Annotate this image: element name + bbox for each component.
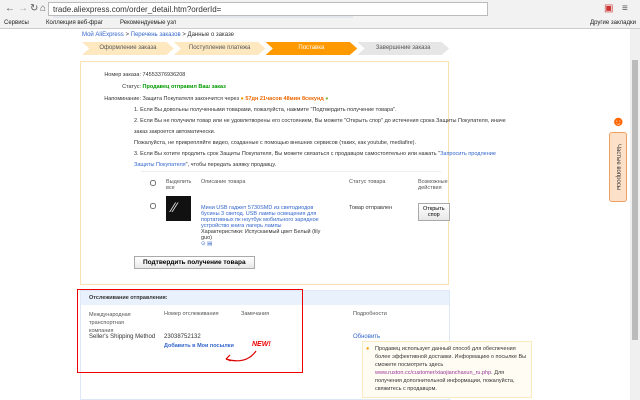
countdown: 57дн 21часов 48мин 8секунд [245,96,324,102]
order-number-label: Номер заказа: [104,72,141,78]
extension-icon[interactable]: ▣ [604,3,613,14]
bookmark-apps[interactable]: Сервисы [4,20,29,26]
help-robot-icon[interactable]: ☻ [611,112,626,130]
divider [141,171,441,172]
order-details-panel: Номер заказа: 74553376936208 Статус: Про… [80,61,506,303]
select-all-label: Выделить все [166,179,192,191]
confirm-receipt-button[interactable]: Подтвердить получение товара [134,256,255,269]
help-icon[interactable]: ● [325,96,328,102]
col-description: Описание товара [201,179,246,185]
bookmark-item[interactable]: Коллекция веб-фраг [46,20,103,26]
breadcrumb-my-aliexpress[interactable]: Мой AliExpress [82,32,124,38]
product-image[interactable]: ⁄⁄ [166,196,191,221]
separator: > [125,32,129,38]
step-order-placed: Оформление заказа [82,42,174,55]
other-bookmarks[interactable]: Другие закладки [590,20,636,26]
order-number: 74553376936208 [142,72,186,78]
reminder-label: Напоминание: [104,96,141,102]
lightbulb-icon: ● [366,346,370,352]
message-icon[interactable]: ▤ [207,241,212,247]
select-all-checkbox[interactable] [150,180,156,186]
note-2: 2. Если Вы не получили товар или не удов… [134,118,506,124]
note-3-tail: ", чтобы передать заявку продавцу. [185,162,277,168]
back-icon[interactable]: ← [5,3,15,14]
product-title-link[interactable]: Мини USB гаджет 5730SMD из светодиодов б… [201,205,319,229]
note-1: 1. Если Вы довольны полученными товарами… [134,107,397,113]
product-specs: Характеристики: Испускаемый цвет Белый (… [201,229,321,241]
url-text: trade.aliexpress.com/order_detail.htm?or… [53,5,222,14]
order-progress-steps: Оформление заказа Поступление платежа По… [82,42,449,55]
tracking-note: ● Продавец использует данный способ для … [362,341,532,398]
item-status: Товар отправлен [349,205,393,211]
snapshot-icon[interactable]: ⊙ [201,241,206,247]
highlight-box [77,289,303,373]
extend-protection-link-2[interactable]: Защиты Покупателя [134,162,186,168]
note-3: 3. Если Вы хотите продлить срок Защиты П… [134,151,441,157]
faq-widget[interactable]: Частые вопросы [609,132,627,202]
note-2-cont: заказ закроется автоматически. [134,129,216,135]
clock-icon: ● [240,96,244,102]
extend-protection-link[interactable]: Запросить продление [440,151,496,157]
refresh-link[interactable]: Обновить [353,334,380,340]
breadcrumb-orders[interactable]: Перечень заказов [131,32,181,38]
col-status: Статус товара [349,179,386,185]
step-shipping: Поставка [265,42,358,55]
reload-icon[interactable]: ↻ [30,3,38,14]
bookmarks-bar: Сервисы Коллекция веб-фраг Рекомендуемые… [0,18,640,29]
home-icon[interactable]: ⌂ [40,3,46,14]
col-actions: Возможные действия [418,179,448,191]
separator: > [182,32,186,38]
tracking-site-link[interactable]: www.ruston.cc/customer/xiaojianchaxun_ru… [375,370,491,376]
status-label: Статус: [122,84,141,90]
menu-icon[interactable]: ≡ [622,3,628,14]
note-video: Пожалуйста, не прикрепляйте видео, созда… [134,140,417,146]
step-payment: Поступление платежа [173,42,266,55]
forward-icon[interactable]: → [18,3,28,14]
address-bar[interactable]: trade.aliexpress.com/order_detail.htm?or… [48,2,488,22]
breadcrumb-current: Данные о заказе [187,32,234,38]
reminder-text: Защита Покупателя закончится через [142,96,239,102]
scrollbar-thumb[interactable] [632,60,638,340]
note-text: Продавец использует данный способ для об… [375,346,527,368]
col-details: Подробности [353,311,387,317]
step-completed: Завершение заказа [357,42,449,55]
breadcrumb: Мой AliExpress > Перечень заказов > Данн… [82,32,234,38]
bookmark-item[interactable]: Рекомендуемые узл [120,20,176,26]
order-status: Продавец отправил Ваш заказ [142,84,226,90]
browser-toolbar: ← → ↻ ⌂ trade.aliexpress.com/order_detai… [0,0,640,22]
item-checkbox[interactable] [150,203,156,209]
open-dispute-button[interactable]: Открыть спор [418,203,450,221]
